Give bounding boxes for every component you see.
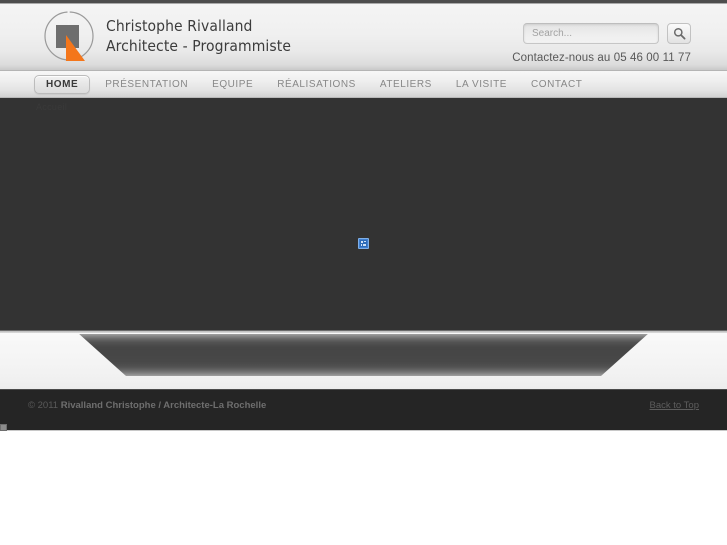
brand-line-1: Christophe Rivalland <box>106 17 253 36</box>
nav-item-home[interactable]: HOME <box>34 74 91 94</box>
search-input[interactable] <box>523 23 659 44</box>
nav-item-la-visite[interactable]: LA VISITE <box>444 71 519 98</box>
nav-item-contact[interactable]: CONTACT <box>519 71 594 98</box>
nav-item-equipe[interactable]: EQUIPE <box>200 71 265 98</box>
site-footer: © 2011 Rivalland Christophe / Architecte… <box>0 389 727 430</box>
search-submit-button[interactable] <box>667 23 691 44</box>
architect-circle-square-triangle-logo-icon <box>36 6 102 68</box>
stage-ghost-label: Accueil <box>36 102 68 112</box>
footer-copyright-prefix: © 2011 <box>28 400 61 411</box>
back-to-top-link[interactable]: Back to Top <box>650 400 699 411</box>
scrollbar-nub[interactable] <box>0 424 7 431</box>
contact-phone-text: Contactez-nous au 05 46 00 11 77 <box>512 52 691 64</box>
footer-copyright: © 2011 Rivalland Christophe / Architecte… <box>28 400 266 411</box>
brand-text: Christophe Rivalland Architecte - Progra… <box>106 17 291 57</box>
missing-plugin-icon[interactable] <box>358 238 369 249</box>
brand-logo-block[interactable]: Christophe Rivalland Architecte - Progra… <box>36 6 291 68</box>
brand-line-2: Architecte - Programmiste <box>106 37 291 55</box>
perspective-shadow-shape <box>79 334 648 376</box>
nav-item-presentation[interactable]: PRÉSENTATION <box>93 71 200 98</box>
page-bottom-whitespace <box>0 424 727 539</box>
site-header: Christophe Rivalland Architecte - Progra… <box>0 4 727 71</box>
search-icon <box>673 27 686 40</box>
main-content-stage: Accueil <box>0 98 727 331</box>
footer-copyright-strong: Rivalland Christophe / Architecte-La Roc… <box>60 400 267 411</box>
nav-item-realisations[interactable]: RÉALISATIONS <box>265 71 368 98</box>
nav-item-ateliers[interactable]: ATELIERS <box>368 71 444 98</box>
main-navigation: HOME PRÉSENTATION EQUIPE RÉALISATIONS AT… <box>0 71 727 98</box>
search-area <box>523 23 691 44</box>
stage-reflection-band <box>0 331 727 389</box>
